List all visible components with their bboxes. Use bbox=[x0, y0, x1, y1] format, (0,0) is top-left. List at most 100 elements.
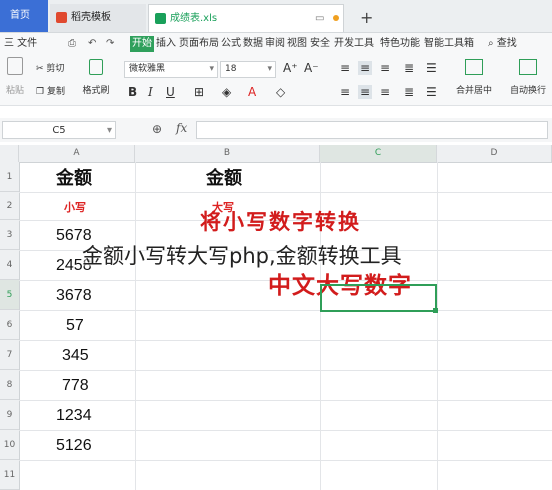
save-icon[interactable]: ⎙ bbox=[68, 33, 76, 55]
indent-icon[interactable]: ☰ bbox=[426, 61, 437, 75]
copy-button[interactable]: ❐ 复制 bbox=[36, 84, 65, 97]
row-header-1[interactable]: 1 bbox=[0, 162, 19, 192]
menu-item-features[interactable]: 特色功能 bbox=[380, 33, 420, 55]
monitor-icon[interactable]: ▭ bbox=[315, 5, 324, 32]
menu-item-developer[interactable]: 开发工具 bbox=[334, 33, 374, 55]
row-header-3[interactable]: 3 bbox=[0, 220, 19, 250]
borders-icon[interactable]: ⊞ bbox=[194, 85, 204, 99]
cell-a1[interactable]: 金额 bbox=[56, 164, 92, 190]
new-tab-button[interactable]: + bbox=[356, 4, 376, 32]
increase-font-icon[interactable]: A⁺ bbox=[283, 61, 298, 75]
cell-b1[interactable]: 金额 bbox=[206, 164, 242, 190]
cell-a2[interactable]: 小写 bbox=[64, 199, 86, 215]
row-header-10[interactable]: 10 bbox=[0, 430, 19, 460]
font-family-select[interactable]: 微软雅黑 ▾ bbox=[124, 61, 218, 78]
column-header-c[interactable]: C bbox=[320, 145, 437, 162]
fill-handle[interactable] bbox=[433, 308, 438, 313]
font-size-value: 18 bbox=[225, 64, 237, 74]
template-icon bbox=[56, 11, 67, 23]
wrap-text-button[interactable]: 自动换行 bbox=[506, 59, 550, 96]
undo-icon[interactable]: ↶ bbox=[88, 33, 96, 55]
menu-item-smart-toolbox[interactable]: 智能工具箱 bbox=[424, 33, 474, 55]
decrease-font-icon[interactable]: A⁻ bbox=[304, 61, 319, 75]
menu-item-data[interactable]: 数据 bbox=[243, 33, 263, 55]
orientation-icon[interactable]: ≣ bbox=[404, 61, 414, 75]
row-header-6[interactable]: 6 bbox=[0, 310, 19, 340]
row-header-7[interactable]: 7 bbox=[0, 340, 19, 370]
zoom-icon[interactable]: ⊕ bbox=[152, 122, 162, 136]
merge-center-button[interactable]: 合并居中 bbox=[452, 59, 496, 96]
name-box[interactable]: C5 ▾ bbox=[2, 121, 116, 139]
function-icon[interactable]: fx bbox=[176, 121, 187, 135]
cut-button[interactable]: ✂ 剪切 bbox=[36, 61, 64, 74]
align-left-icon[interactable]: ≡ bbox=[340, 85, 350, 99]
select-all-corner[interactable] bbox=[0, 145, 19, 162]
column-header-a[interactable]: A bbox=[19, 145, 135, 162]
align-right-icon[interactable]: ≡ bbox=[380, 85, 390, 99]
tab-file[interactable]: 成绩表.xls ▭ bbox=[148, 4, 344, 32]
chevron-down-icon: ▾ bbox=[106, 125, 112, 136]
bold-icon[interactable]: B bbox=[128, 85, 137, 99]
menu-item-security[interactable]: 安全 bbox=[310, 33, 330, 55]
column-header-d[interactable]: D bbox=[437, 145, 552, 162]
menu-item-page-layout[interactable]: 页面布局 bbox=[179, 33, 219, 55]
tab-template-label: 稻壳模板 bbox=[71, 12, 111, 23]
align-bottom-icon[interactable]: ≡ bbox=[380, 61, 390, 75]
clipboard-icon bbox=[7, 57, 23, 75]
align-top-icon[interactable]: ≡ bbox=[340, 61, 350, 75]
row-header-8[interactable]: 8 bbox=[0, 370, 19, 400]
tab-home[interactable]: 首页 bbox=[0, 0, 48, 32]
formula-input[interactable] bbox=[196, 121, 548, 139]
underline-icon[interactable]: U bbox=[166, 85, 175, 99]
cell-a8[interactable]: 778 bbox=[62, 372, 89, 400]
cell-reference: C5 bbox=[52, 125, 66, 136]
search-button[interactable]: ⌕ 查找 bbox=[488, 33, 517, 55]
paste-label: 粘贴 bbox=[5, 86, 24, 96]
grid-line bbox=[19, 340, 552, 341]
grid-line bbox=[19, 460, 552, 461]
redo-icon[interactable]: ↷ bbox=[106, 33, 114, 55]
watermark-top: 将小写数字转换 bbox=[200, 209, 361, 234]
search-icon: ⌕ bbox=[488, 38, 494, 49]
grid-line bbox=[437, 162, 438, 490]
align-middle-icon[interactable]: ≡ bbox=[358, 61, 373, 75]
selected-cell-c5[interactable] bbox=[320, 284, 437, 312]
tab-template[interactable]: 稻壳模板 bbox=[50, 4, 146, 32]
distribute-icon[interactable]: ☰ bbox=[426, 85, 437, 99]
row-header-5[interactable]: 5 bbox=[0, 280, 19, 310]
overlay-title: 金额小写转大写php,金额转换工具 bbox=[82, 244, 402, 268]
row-header-11[interactable]: 11 bbox=[0, 460, 19, 490]
tab-bar: 首页 稻壳模板 成绩表.xls ▭ + bbox=[0, 0, 552, 33]
italic-icon[interactable]: I bbox=[148, 85, 153, 99]
cut-label: 剪切 bbox=[46, 64, 65, 74]
fill-color-icon[interactable]: ◈ bbox=[222, 85, 231, 99]
menu-item-start[interactable]: 开始 bbox=[130, 36, 154, 52]
status-dot-icon bbox=[333, 15, 339, 21]
paste-button[interactable]: 粘贴 bbox=[4, 57, 26, 96]
grid-line bbox=[19, 430, 552, 431]
menu-item-formula[interactable]: 公式 bbox=[221, 33, 241, 55]
menu-bar: 三 文件 ⎙ ↶ ↷ 开始 插入 页面布局 公式 数据 审阅 视图 安全 开发工… bbox=[0, 33, 552, 55]
row-header-9[interactable]: 9 bbox=[0, 400, 19, 430]
cell-a10[interactable]: 5126 bbox=[56, 432, 92, 460]
clear-icon[interactable]: ◇ bbox=[276, 85, 285, 99]
menu-item-review[interactable]: 审阅 bbox=[265, 33, 285, 55]
row-header-2[interactable]: 2 bbox=[0, 192, 19, 220]
format-painter-button[interactable]: 格式刷 bbox=[82, 59, 110, 96]
row-header-bar: 1 2 3 4 5 6 7 8 9 10 11 bbox=[0, 162, 20, 490]
cell-a7[interactable]: 345 bbox=[62, 342, 89, 370]
row-header-4[interactable]: 4 bbox=[0, 250, 19, 280]
menu-item-view[interactable]: 视图 bbox=[287, 33, 307, 55]
justify-icon[interactable]: ≣ bbox=[404, 85, 414, 99]
align-center-icon[interactable]: ≡ bbox=[358, 85, 373, 99]
brush-icon bbox=[89, 59, 103, 75]
menu-item-insert[interactable]: 插入 bbox=[156, 33, 176, 55]
cell-a9[interactable]: 1234 bbox=[56, 402, 92, 430]
font-size-select[interactable]: 18 ▾ bbox=[220, 61, 276, 78]
menu-file[interactable]: 三 文件 bbox=[4, 33, 37, 55]
cell-a5[interactable]: 3678 bbox=[56, 282, 92, 310]
cell-a6[interactable]: 57 bbox=[66, 312, 84, 340]
column-header-b[interactable]: B bbox=[135, 145, 320, 162]
grid-line bbox=[19, 192, 552, 193]
font-color-icon[interactable]: A bbox=[248, 85, 256, 99]
